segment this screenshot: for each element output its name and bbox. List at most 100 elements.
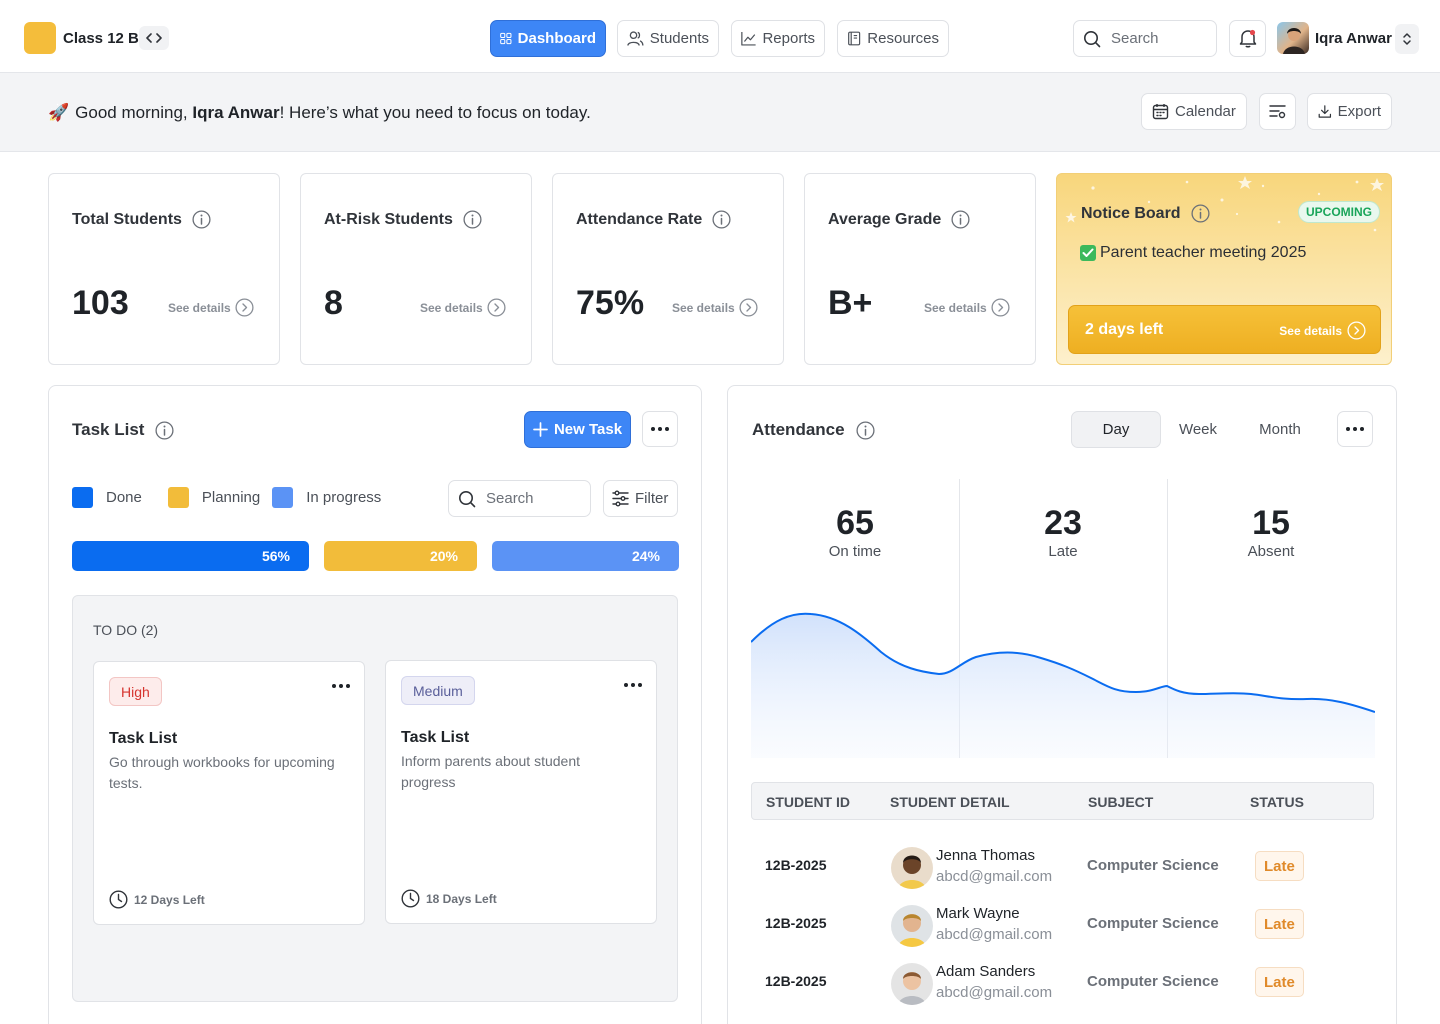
code-toggle-button[interactable] — [139, 26, 169, 50]
nav-reports[interactable]: Reports — [731, 20, 825, 57]
column-header-student-detail[interactable]: STUDENT DETAIL — [890, 794, 1010, 810]
task-search-input[interactable]: Search — [448, 480, 591, 517]
student-subject: Computer Science — [1087, 915, 1219, 932]
status-badge: Late — [1255, 967, 1304, 997]
task-list-title: Task List — [72, 420, 145, 439]
info-icon[interactable] — [712, 210, 731, 229]
days-left-text: 2 days left — [1085, 321, 1164, 338]
task-card-description: Go through workbooks for upcoming tests. — [109, 754, 335, 791]
metric-value: 65 — [836, 504, 874, 542]
student-id: 12B-2025 — [765, 857, 827, 873]
user-menu-toggle[interactable] — [1395, 24, 1419, 54]
student-avatar — [891, 847, 933, 889]
task-legend: Done Planning In progress — [72, 487, 393, 508]
greeting-suffix: ! Here’s what you need to focus on today… — [279, 103, 591, 122]
student-email: abcd@gmail.com — [936, 868, 1053, 885]
attendance-trend-area — [751, 613, 1375, 758]
table-row[interactable]: 12B-2025 Adam Sanders abcd@gmail.com Com… — [751, 953, 1374, 1011]
top-bar: Class 12 B Dashboard Students Reports Re… — [0, 0, 1440, 73]
student-subject: Computer Science — [1087, 857, 1219, 874]
plus-icon — [533, 422, 548, 437]
view-settings-button[interactable] — [1259, 93, 1296, 130]
legend-swatch-planning — [167, 487, 189, 508]
attendance-menu-button[interactable] — [1337, 411, 1373, 447]
table-row[interactable]: 12B-2025 Mark Wayne abcd@gmail.com Compu… — [751, 895, 1374, 953]
period-tab-week[interactable]: Week — [1161, 411, 1235, 448]
progress-bar-label: 56% — [261, 548, 290, 564]
user-avatar[interactable] — [1277, 22, 1309, 54]
greeting-text: 🚀 Good morning, Iqra Anwar! Here’s what … — [48, 103, 591, 123]
column-header-subject[interactable]: SUBJECT — [1088, 794, 1153, 810]
nav-resources[interactable]: Resources — [837, 20, 949, 57]
info-icon[interactable] — [1191, 204, 1210, 223]
todo-column: TO DO (2) High Task List Go through work… — [72, 595, 678, 1002]
student-avatar — [891, 963, 933, 1005]
greeting-user-name: Iqra Anwar — [192, 103, 280, 122]
info-icon[interactable] — [155, 420, 174, 440]
info-icon[interactable] — [192, 210, 211, 229]
see-details-link[interactable]: See details — [420, 298, 506, 317]
status-badge: Late — [1255, 909, 1304, 939]
column-header-student-id[interactable]: STUDENT ID — [766, 794, 850, 810]
see-details-link[interactable]: See details — [924, 298, 1010, 317]
new-task-button[interactable]: New Task — [524, 411, 631, 448]
period-tab-month[interactable]: Month — [1235, 411, 1325, 448]
download-icon — [1318, 105, 1332, 118]
header-search-input[interactable]: Search — [1073, 20, 1217, 57]
attendance-table: STUDENT ID STUDENT DETAIL SUBJECT STATUS… — [751, 782, 1374, 1011]
export-button[interactable]: Export — [1307, 93, 1392, 130]
priority-badge-high: High — [109, 677, 162, 706]
metric-label: Late — [1048, 543, 1078, 560]
see-details-label: See details — [420, 300, 483, 315]
column-header-status[interactable]: STATUS — [1250, 794, 1304, 810]
student-email: abcd@gmail.com — [936, 926, 1053, 943]
task-card[interactable]: Medium Task List Inform parents about st… — [385, 660, 657, 924]
priority-badge-medium: Medium — [401, 676, 475, 705]
progress-bar-label: 20% — [429, 548, 458, 564]
stat-card-average-grade: Average Grade B+ See details — [804, 173, 1036, 365]
student-name: Jenna Thomas — [936, 847, 1035, 864]
stars-decoration — [1065, 176, 1384, 232]
nav-dashboard[interactable]: Dashboard — [490, 20, 606, 57]
stat-card-attendance-rate: Attendance Rate 75% See details — [552, 173, 784, 365]
task-card-due-label: 12 Days Left — [134, 892, 205, 907]
notice-board-card: Notice Board UPCOMING Parent teacher mee… — [1056, 173, 1392, 365]
greeting-prefix: Good morning, — [75, 103, 193, 122]
search-icon — [1084, 30, 1101, 47]
card-menu-button[interactable] — [332, 684, 350, 688]
progress-bar-done: 56% — [72, 541, 309, 571]
upcoming-badge: UPCOMING — [1298, 201, 1380, 223]
notifications-button[interactable] — [1229, 20, 1266, 57]
nav-students[interactable]: Students — [617, 20, 719, 57]
days-left-banner[interactable]: 2 days left See details — [1068, 305, 1381, 354]
clock-icon — [401, 889, 420, 908]
see-details-link[interactable]: See details — [168, 298, 254, 317]
task-card[interactable]: High Task List Go through workbooks for … — [93, 661, 365, 925]
filter-label: Filter — [635, 490, 669, 507]
info-icon[interactable] — [951, 210, 970, 229]
info-icon[interactable] — [463, 210, 482, 229]
task-menu-button[interactable] — [642, 411, 678, 447]
calendar-button[interactable]: Calendar — [1141, 93, 1247, 130]
card-menu-button[interactable] — [624, 683, 642, 687]
student-name: Adam Sanders — [936, 963, 1036, 980]
users-icon — [627, 31, 644, 46]
metric-on-time: 65 On time — [751, 503, 959, 560]
rocket-icon: 🚀 — [48, 103, 70, 122]
info-icon[interactable] — [856, 420, 875, 440]
legend-swatch-in-progress — [272, 487, 294, 508]
metric-value: 23 — [1044, 504, 1082, 542]
period-tab-day[interactable]: Day — [1071, 411, 1161, 448]
table-row[interactable]: 12B-2025 Jenna Thomas abcd@gmail.com Com… — [751, 837, 1374, 895]
notice-title: Notice Board — [1081, 204, 1181, 222]
filter-button[interactable]: Filter — [603, 480, 678, 517]
sliders-list-icon — [1269, 104, 1286, 118]
nav-dashboard-label: Dashboard — [517, 30, 596, 47]
new-task-label: New Task — [553, 421, 623, 438]
student-id: 12B-2025 — [765, 915, 827, 931]
see-details-link[interactable]: See details — [1279, 321, 1366, 340]
stat-title: Attendance Rate — [576, 210, 703, 228]
task-search-placeholder: Search — [486, 490, 534, 507]
stat-title: Total Students — [72, 210, 182, 228]
see-details-link[interactable]: See details — [672, 298, 758, 317]
